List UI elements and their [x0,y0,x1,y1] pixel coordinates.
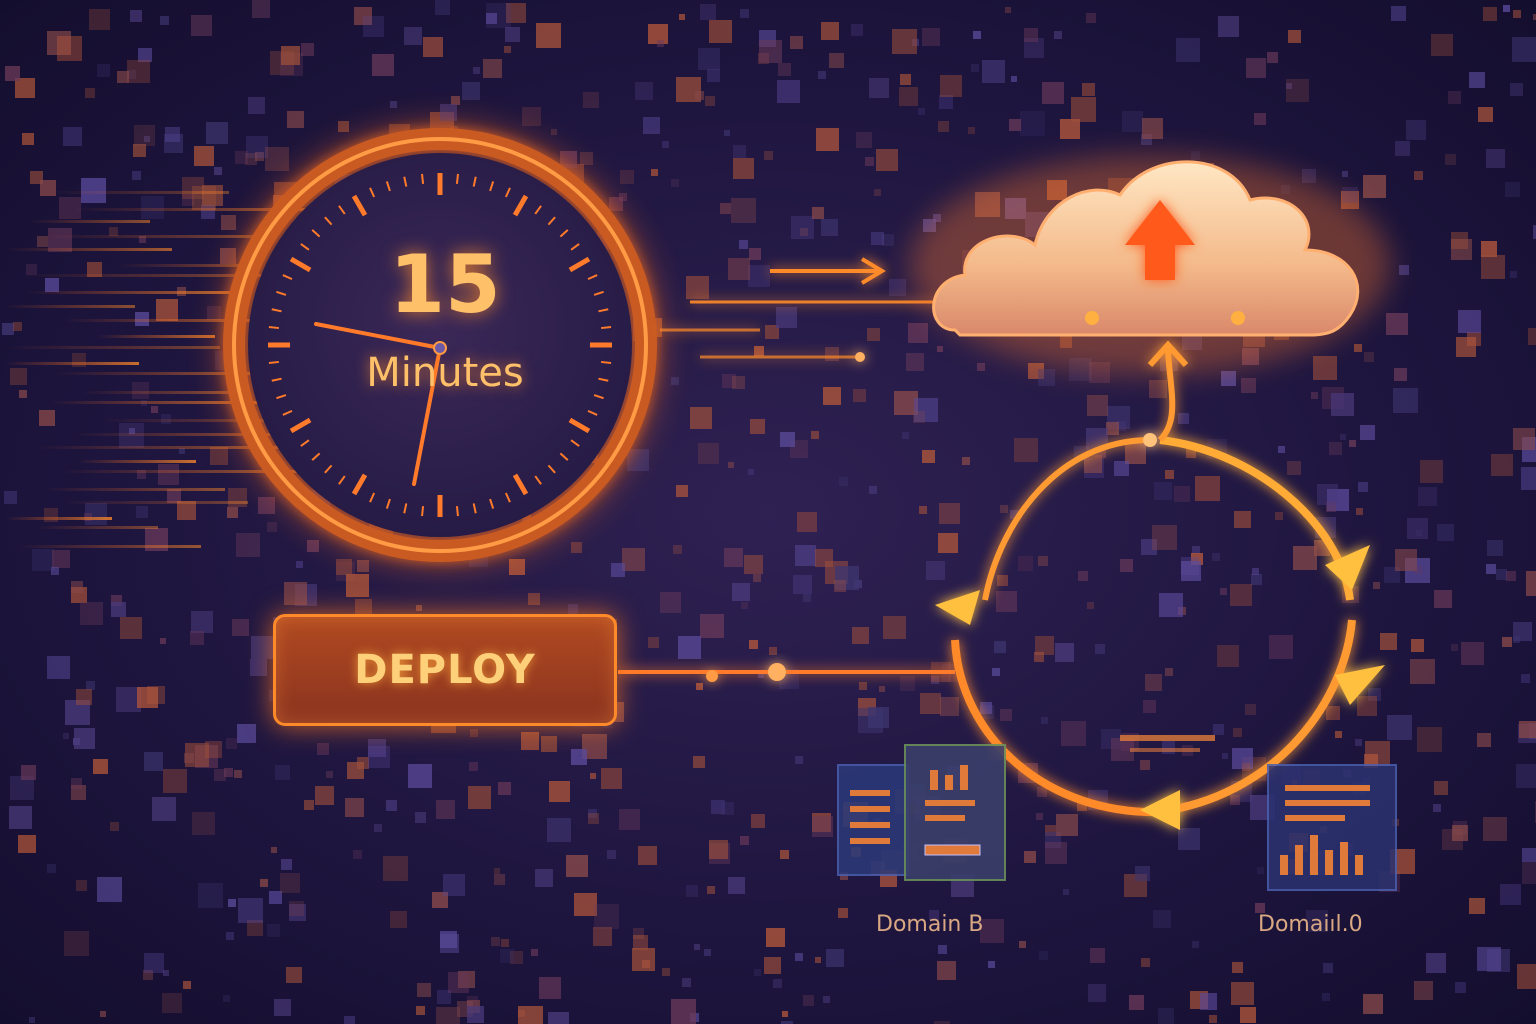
clock-unit-label: Minutes [366,350,524,396]
domain-d-label: Domaiıl.0 [1258,912,1363,937]
clock-number: 15 [389,238,501,331]
deploy-button-label: DEPLOY [354,647,536,693]
domain-b-label: Domain B [876,912,984,937]
illustration-canvas [2,0,1536,1024]
cloud-upload-icon [910,155,1390,375]
deploy-button[interactable]: DEPLOY [273,614,617,726]
document-icon [837,744,1006,881]
clock-icon [215,120,665,570]
